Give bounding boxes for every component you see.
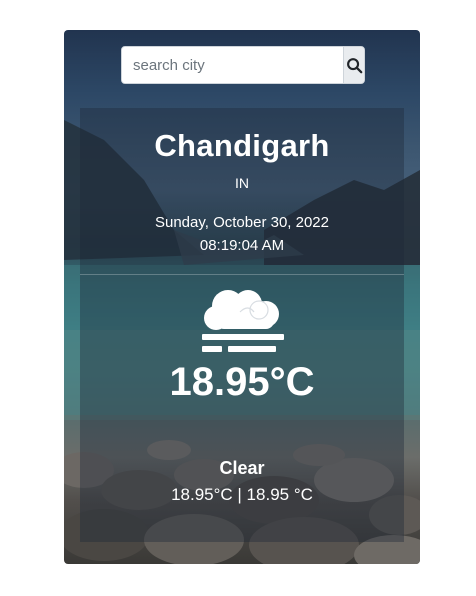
search-bar [121, 46, 365, 84]
weather-condition: Clear [219, 458, 265, 478]
fog-cloud-icon [202, 290, 284, 352]
time-text: 08:19:04 AM [199, 237, 285, 254]
weather-panel: Chandigarh IN Sunday, October 30, 2022 0… [80, 108, 404, 542]
location-section: Chandigarh IN Sunday, October 30, 2022 0… [80, 108, 404, 275]
temperature-value: 18.95°C [169, 360, 315, 404]
city-name: Chandigarh [154, 128, 330, 163]
date-text: Sunday, October 30, 2022 [154, 214, 329, 231]
country-code: IN [235, 175, 249, 191]
search-icon [346, 57, 362, 73]
weather-card: Chandigarh IN Sunday, October 30, 2022 0… [64, 30, 420, 564]
temperature-range: 18.95°C | 18.95 °C [171, 485, 313, 504]
search-input[interactable] [122, 47, 343, 83]
search-button[interactable] [343, 47, 364, 83]
